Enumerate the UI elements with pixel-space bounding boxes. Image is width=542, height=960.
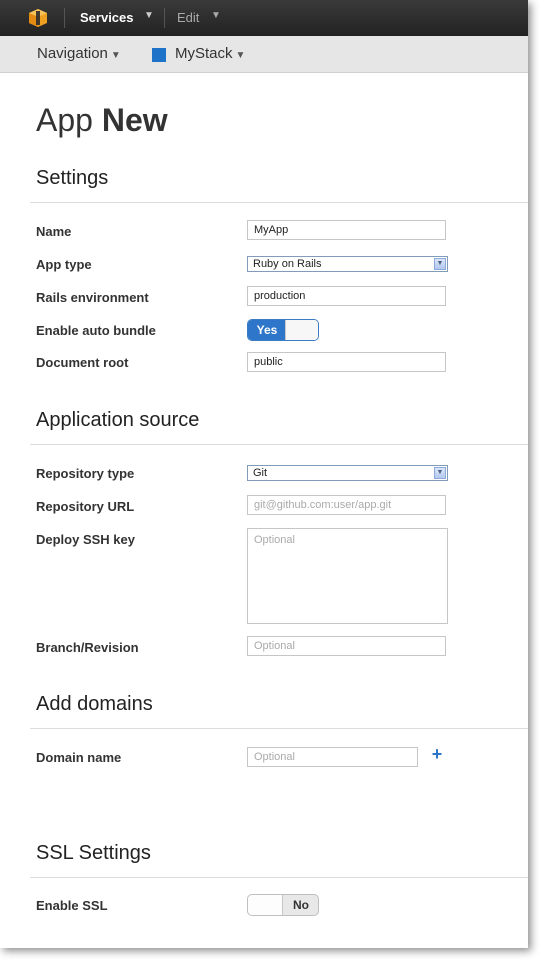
chevron-down-icon[interactable]: ▼ [434, 467, 446, 479]
app-type-label: App type [36, 257, 92, 272]
domain-name-input[interactable]: Optional [247, 747, 418, 767]
stack-label: MyStack [175, 45, 233, 62]
stack-menu[interactable]: MyStack ▼ [175, 45, 245, 62]
repo-url-label: Repository URL [36, 499, 135, 514]
document-root-label: Document root [36, 355, 129, 370]
divider [30, 202, 528, 203]
divider [30, 728, 528, 729]
toggle-state-label: No [293, 898, 309, 912]
rails-env-input[interactable]: production [247, 286, 446, 306]
add-domains-section-title: Add domains [36, 693, 153, 715]
repo-type-select[interactable]: Git ▼ [247, 465, 448, 481]
enable-ssl-label: Enable SSL [36, 898, 108, 913]
branch-revision-input[interactable]: Optional [247, 636, 446, 656]
aws-cube-icon[interactable] [28, 8, 48, 28]
divider [64, 8, 65, 28]
page-title: App New [36, 102, 168, 139]
repo-url-input[interactable]: git@github.com:user/app.git [247, 495, 446, 515]
chevron-down-icon: ▼ [110, 50, 121, 61]
divider [30, 444, 528, 445]
name-label: Name [36, 224, 72, 239]
navigation-label: Navigation [37, 45, 108, 62]
document-root-input[interactable]: public [247, 352, 446, 372]
chevron-down-icon[interactable]: ▼ [211, 10, 221, 21]
deploy-ssh-key-textarea[interactable]: Optional [247, 528, 448, 624]
app-type-select[interactable]: Ruby on Rails ▼ [247, 256, 448, 272]
plus-icon[interactable]: + [430, 745, 444, 763]
app-source-section-title: Application source [36, 409, 200, 431]
edit-menu[interactable]: Edit [177, 10, 199, 25]
services-menu[interactable]: Services [80, 10, 134, 25]
auto-bundle-toggle[interactable]: Yes [247, 319, 319, 341]
stack-color-icon [152, 48, 166, 62]
rails-env-label: Rails environment [36, 290, 149, 305]
name-input[interactable]: MyApp [247, 220, 446, 240]
repo-type-value: Git [253, 467, 268, 479]
toggle-state-label: Yes [248, 320, 286, 340]
toggle-knob [285, 320, 318, 340]
settings-section-title: Settings [36, 167, 109, 189]
navigation-menu[interactable]: Navigation ▼ [37, 45, 121, 62]
app-window: Services ▼ Edit ▼ Navigation ▼ MyStack ▼ A… [0, 0, 528, 948]
app-type-value: Ruby on Rails [253, 258, 322, 270]
toggle-knob [248, 895, 283, 915]
deploy-ssh-key-label: Deploy SSH key [36, 532, 135, 547]
chevron-down-icon: ▼ [235, 50, 246, 61]
domain-name-label: Domain name [36, 750, 122, 765]
repo-type-label: Repository type [36, 466, 135, 481]
branch-revision-label: Branch/Revision [36, 640, 139, 655]
page-title-bold: New [101, 102, 168, 138]
auto-bundle-label: Enable auto bundle [36, 323, 156, 338]
ssl-settings-section-title: SSL Settings [36, 842, 151, 864]
page-title-light: App [36, 102, 93, 138]
nav-bar: Navigation ▼ MyStack ▼ [0, 36, 528, 73]
enable-ssl-toggle[interactable]: No [247, 894, 319, 916]
divider [164, 8, 165, 28]
top-bar: Services ▼ Edit ▼ [0, 0, 528, 36]
chevron-down-icon[interactable]: ▼ [434, 258, 446, 270]
chevron-down-icon[interactable]: ▼ [144, 10, 154, 21]
divider [30, 877, 528, 878]
